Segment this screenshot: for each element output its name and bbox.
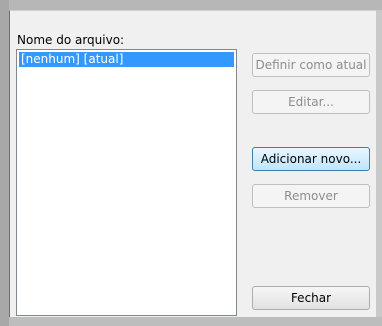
background-window-edge-left — [0, 0, 9, 326]
file-name-label: Nome do arquivo: — [17, 33, 125, 47]
background-window-edge-right — [376, 10, 382, 326]
add-new-button[interactable]: Adicionar novo... — [252, 147, 370, 171]
edit-button[interactable]: Editar... — [252, 90, 370, 114]
remove-button[interactable]: Remover — [252, 184, 370, 208]
close-button[interactable]: Fechar — [252, 286, 370, 310]
background-window-edge-top — [9, 0, 382, 10]
set-current-button[interactable]: Definir como atual — [252, 53, 370, 77]
file-name-listbox[interactable]: [nenhum] [atual] — [16, 49, 237, 316]
background-window-edge-bottom — [9, 317, 382, 326]
list-item-none-current[interactable]: [nenhum] [atual] — [19, 52, 234, 67]
